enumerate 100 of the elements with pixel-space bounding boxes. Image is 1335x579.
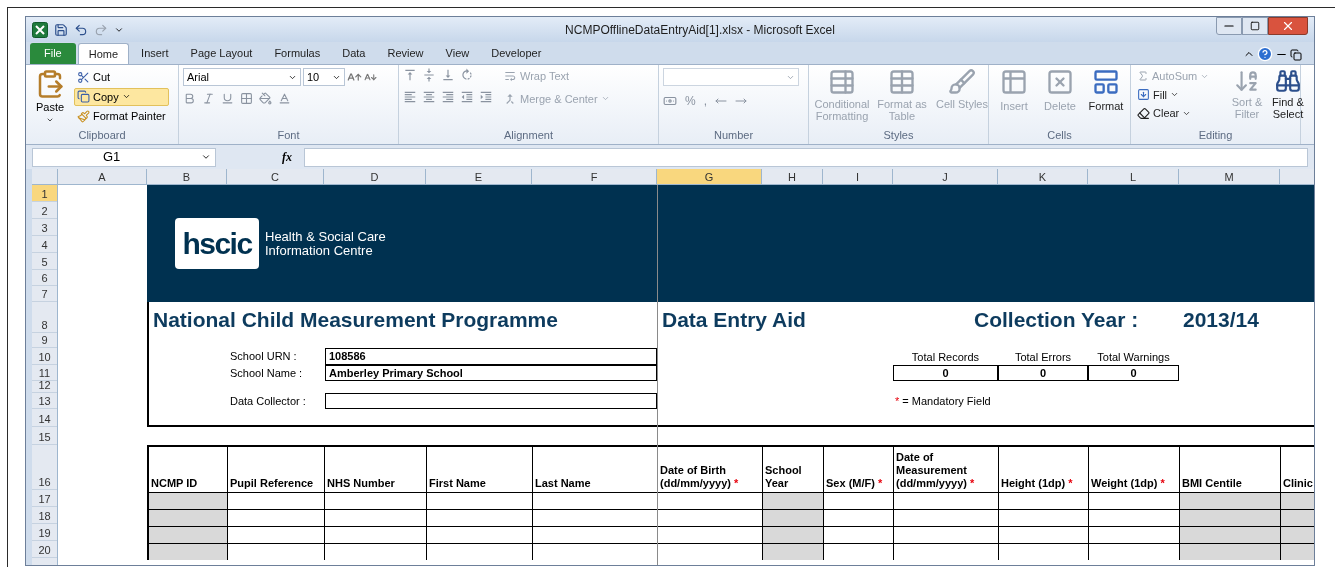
font-name-dropdown[interactable]: Arial: [183, 68, 301, 86]
ribbon-tab[interactable]: Home: [77, 43, 130, 64]
table-cell[interactable]: [1088, 509, 1179, 526]
paste-button[interactable]: Paste: [30, 68, 70, 126]
table-cell[interactable]: [426, 509, 532, 526]
table-cell[interactable]: [532, 543, 657, 560]
table-cell[interactable]: [823, 509, 893, 526]
field-input[interactable]: 108586: [325, 348, 657, 365]
table-cell[interactable]: [998, 509, 1088, 526]
table-cell[interactable]: [823, 543, 893, 560]
table-cell[interactable]: [147, 543, 227, 560]
format-button[interactable]: Format: [1085, 68, 1127, 115]
file-tab[interactable]: File: [30, 43, 76, 64]
table-cell[interactable]: [1280, 509, 1314, 526]
total-label: Total Warnings: [1096, 349, 1171, 365]
cut-button[interactable]: Cut: [74, 68, 169, 87]
table-cell[interactable]: [823, 526, 893, 543]
format-painter-button[interactable]: Format Painter: [74, 107, 169, 126]
formula-input[interactable]: [304, 147, 1308, 167]
excel-logo-icon: [32, 21, 48, 38]
table-cell[interactable]: [227, 543, 324, 560]
table-cell[interactable]: [1088, 543, 1179, 560]
mandatory-note: * = Mandatory Field: [894, 394, 992, 409]
table-cell[interactable]: [998, 543, 1088, 560]
table-cell[interactable]: [762, 543, 823, 560]
close-icon[interactable]: [1268, 17, 1308, 35]
table-cell[interactable]: [532, 492, 657, 509]
total-value: 0: [893, 365, 998, 381]
table-cell[interactable]: [426, 543, 532, 560]
table-cell[interactable]: [147, 509, 227, 526]
ribbon-group-label: Styles: [882, 127, 915, 143]
field-label: Data Collector :: [230, 393, 307, 409]
field-input[interactable]: Amberley Primary School: [325, 365, 657, 381]
table-cell[interactable]: [998, 526, 1088, 543]
layout-icon: [1092, 68, 1120, 96]
table-cell[interactable]: [324, 509, 426, 526]
table-cell[interactable]: [532, 526, 657, 543]
font-size-dropdown[interactable]: 10: [303, 68, 345, 86]
undo-icon[interactable]: [74, 22, 88, 37]
table-cell[interactable]: [147, 526, 227, 543]
table-cell[interactable]: [426, 492, 532, 509]
align-left-icon: [403, 90, 417, 104]
maximize-icon[interactable]: [1242, 17, 1268, 35]
help-icon[interactable]: [1257, 46, 1273, 62]
table-cell[interactable]: [1280, 543, 1314, 560]
table-cell[interactable]: [1088, 526, 1179, 543]
table-cell[interactable]: [762, 492, 823, 509]
ribbon-tab[interactable]: Developer: [481, 43, 552, 64]
align-center-icon: [422, 90, 436, 104]
table-cell[interactable]: [426, 526, 532, 543]
table-cell[interactable]: [1280, 492, 1314, 509]
find-select-button[interactable]: Find & Select: [1269, 68, 1307, 122]
italic-icon: [202, 92, 215, 105]
table-cell[interactable]: [893, 492, 998, 509]
table-cell[interactable]: [324, 526, 426, 543]
field-label: School Name :: [230, 365, 304, 381]
table-cell[interactable]: [1179, 509, 1280, 526]
ribbon-group-label: Clipboard: [77, 127, 127, 143]
field-label: School URN :: [230, 349, 298, 365]
ribbon-tab[interactable]: View: [435, 43, 480, 64]
table-cell[interactable]: [227, 509, 324, 526]
clear-button[interactable]: Clear: [1135, 105, 1225, 122]
copy-button[interactable]: Copy: [74, 87, 169, 106]
table-cell[interactable]: [1179, 526, 1280, 543]
table-cell[interactable]: [762, 509, 823, 526]
ribbon-tab[interactable]: Formulas: [264, 43, 331, 64]
table-cell[interactable]: [1088, 492, 1179, 509]
table-cell[interactable]: [324, 543, 426, 560]
binoculars-icon: [1275, 68, 1301, 94]
table-cell[interactable]: [532, 509, 657, 526]
table-cell[interactable]: [893, 509, 998, 526]
ribbon-tab[interactable]: Page Layout: [180, 43, 263, 64]
fill-button[interactable]: Fill: [1135, 86, 1225, 103]
ribbon-tab[interactable]: Review: [377, 43, 434, 64]
insert-function-button[interactable]: fx: [220, 147, 300, 167]
table-cell[interactable]: [1179, 492, 1280, 509]
table-cell[interactable]: [227, 526, 324, 543]
name-box[interactable]: G1: [32, 147, 216, 167]
table-cell[interactable]: [147, 492, 227, 509]
table-cell[interactable]: [324, 492, 426, 509]
row-header[interactable]: 9: [32, 333, 57, 348]
ribbon-tab[interactable]: Insert: [131, 43, 179, 64]
restore-workbook-icon[interactable]: [1290, 49, 1302, 61]
table-cell[interactable]: [762, 526, 823, 543]
minimize-icon[interactable]: [1216, 17, 1242, 35]
table-cell[interactable]: [998, 492, 1088, 509]
table-cell[interactable]: [893, 543, 998, 560]
row-header[interactable]: 1: [32, 185, 57, 202]
table-cell[interactable]: [227, 492, 324, 509]
field-input[interactable]: [325, 393, 657, 409]
row-header[interactable]: 12: [32, 381, 57, 393]
table-cell[interactable]: [1280, 526, 1314, 543]
save-icon[interactable]: [54, 22, 68, 37]
table-cell[interactable]: [823, 492, 893, 509]
table-cell[interactable]: [893, 526, 998, 543]
copy-icon: [77, 90, 90, 104]
table-cell[interactable]: [1179, 543, 1280, 560]
ribbon-tab[interactable]: Data: [332, 43, 376, 64]
ribbon-group-label: Alignment: [503, 127, 554, 143]
column-header[interactable]: G: [657, 169, 762, 184]
